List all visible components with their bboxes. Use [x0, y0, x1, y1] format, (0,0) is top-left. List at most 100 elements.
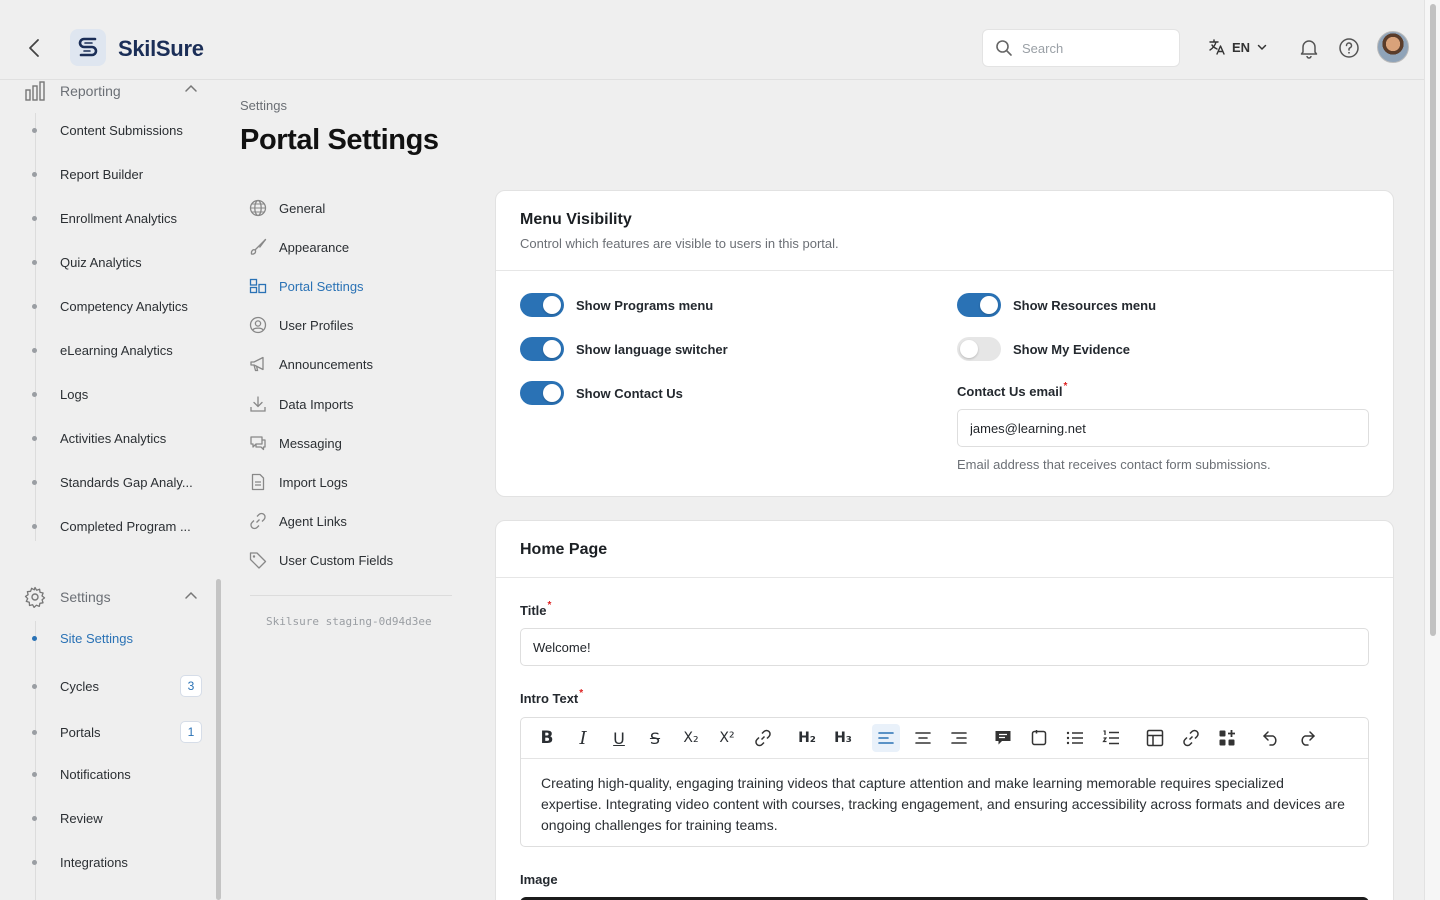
sidebar-item-notifications[interactable]: Notifications [32, 767, 202, 782]
sidebar-item-cycles[interactable]: Cycles 3 [32, 675, 202, 697]
breadcrumb[interactable]: Settings [240, 98, 287, 113]
settings-nav-announcements[interactable]: Announcements [248, 354, 373, 374]
sidebar-item-integrations[interactable]: Integrations [32, 855, 202, 870]
toggle-switch[interactable] [520, 381, 564, 405]
bell-icon [1300, 40, 1318, 59]
sidebar-item-logs[interactable]: Logs [32, 387, 202, 402]
sidebar-section-settings[interactable]: Settings [24, 586, 111, 608]
sidebar-item-enrollment-analytics[interactable]: Enrollment Analytics [32, 211, 202, 226]
redo-button[interactable] [1293, 724, 1321, 752]
toggle-resources-menu[interactable]: Show Resources menu [957, 293, 1156, 317]
help-button[interactable] [1338, 37, 1360, 64]
superscript-button[interactable]: X² [713, 724, 741, 752]
settings-nav-user-custom-fields[interactable]: User Custom Fields [248, 550, 393, 570]
language-switcher[interactable]: EN [1208, 38, 1268, 56]
table-icon [1146, 729, 1164, 747]
sidebar-item-label: Logs [60, 387, 89, 402]
logo-icon [78, 37, 98, 56]
sidebar-section-reporting[interactable]: Reporting [24, 81, 121, 101]
sidebar-item-content-submissions[interactable]: Content Submissions [32, 123, 202, 138]
attachment-link-button[interactable] [1177, 724, 1205, 752]
toggle-switch[interactable] [520, 337, 564, 361]
chevron-up-icon[interactable] [184, 590, 198, 602]
bullet [32, 860, 37, 865]
widgets-button[interactable] [1213, 724, 1241, 752]
sidebar-item-activities-analytics[interactable]: Activities Analytics [32, 431, 202, 446]
settings-nav-messaging[interactable]: Messaging [248, 433, 342, 453]
heading-2-button[interactable]: H₂ [793, 724, 821, 752]
search-input[interactable] [1022, 40, 1162, 56]
table-button[interactable] [1141, 724, 1169, 752]
code-block-button[interactable] [1025, 724, 1053, 752]
align-right-button[interactable] [945, 724, 973, 752]
settings-nav-import-logs[interactable]: Import Logs [248, 472, 348, 492]
sidebar-item-elearning-analytics[interactable]: eLearning Analytics [32, 343, 202, 358]
bullet [32, 348, 37, 353]
sidebar-item-portals[interactable]: Portals 1 [32, 721, 202, 743]
settings-nav-data-imports[interactable]: Data Imports [248, 394, 353, 414]
settings-nav-label: Data Imports [279, 396, 354, 412]
settings-nav-user-profiles[interactable]: User Profiles [248, 315, 353, 335]
heading-3-button[interactable]: H₃ [829, 724, 857, 752]
sidebar-item-report-builder[interactable]: Report Builder [32, 167, 202, 182]
settings-nav-label: Appearance [279, 239, 350, 255]
editor-content[interactable]: Creating high-quality, engaging training… [521, 759, 1368, 850]
subscript-button[interactable]: X₂ [677, 724, 705, 752]
sidebar-item-standards-gap-analysis[interactable]: Standards Gap Analy... [32, 475, 202, 490]
intro-text-editor[interactable]: B I U S X₂ X² H₂ H₃ Creating high-qualit… [520, 717, 1369, 847]
top-header: SkilSure EN [0, 0, 1424, 80]
notifications-button[interactable] [1298, 37, 1320, 64]
contact-email-input[interactable] [957, 409, 1369, 447]
sidebar-item-review[interactable]: Review [32, 811, 202, 826]
title-input[interactable] [520, 628, 1369, 666]
sidebar-item-label: Integrations [60, 855, 128, 870]
page-scrollbar-thumb[interactable] [1430, 4, 1436, 636]
toggle-label: Show language switcher [576, 341, 728, 357]
toggle-programs-menu[interactable]: Show Programs menu [520, 293, 713, 317]
settings-nav-label: User Profiles [279, 317, 354, 333]
sidebar-scrollbar[interactable] [216, 579, 221, 900]
download-icon [248, 395, 267, 414]
field-label-text: Contact Us email [957, 384, 1063, 399]
underline-button[interactable]: U [605, 724, 633, 752]
toggle-contact-us[interactable]: Show Contact Us [520, 381, 683, 405]
toggle-switch[interactable] [957, 337, 1001, 361]
link-button[interactable] [749, 724, 777, 752]
divider [496, 270, 1393, 271]
strikethrough-button[interactable]: S [641, 724, 669, 752]
code-block-icon [1031, 730, 1047, 746]
search-box[interactable] [982, 29, 1180, 67]
settings-nav-portal-settings[interactable]: Portal Settings [248, 276, 364, 296]
comment-button[interactable] [989, 724, 1017, 752]
back-button[interactable] [22, 34, 46, 62]
toggle-switch[interactable] [520, 293, 564, 317]
language-code: EN [1232, 39, 1251, 55]
user-avatar[interactable] [1377, 31, 1409, 63]
toggle-my-evidence[interactable]: Show My Evidence [957, 337, 1130, 361]
toggle-switch[interactable] [957, 293, 1001, 317]
bold-button[interactable]: B [533, 724, 561, 752]
undo-button[interactable] [1257, 724, 1285, 752]
italic-button[interactable]: I [569, 724, 597, 752]
chevron-up-icon[interactable] [184, 83, 198, 95]
toggle-language-switcher[interactable]: Show language switcher [520, 337, 728, 361]
version-label: Skilsure staging-0d94d3ee [266, 615, 432, 628]
page-scrollbar[interactable] [1424, 0, 1440, 900]
align-left-button[interactable] [872, 724, 900, 752]
numbered-list-button[interactable] [1097, 724, 1125, 752]
sidebar-item-competency-analytics[interactable]: Competency Analytics [32, 299, 202, 314]
menu-visibility-card: Menu Visibility Control which features a… [495, 190, 1394, 497]
brand-logo[interactable] [70, 29, 106, 66]
align-center-button[interactable] [909, 724, 937, 752]
sidebar-item-site-settings[interactable]: Site Settings [32, 631, 202, 646]
settings-nav-general[interactable]: General [248, 198, 325, 218]
main-sidebar: Reporting Content Submissions Report Bui… [0, 81, 224, 900]
sidebar-item-label: Review [60, 811, 103, 826]
settings-nav-agent-links[interactable]: Agent Links [248, 511, 347, 531]
bullet-list-button[interactable] [1061, 724, 1089, 752]
align-left-icon [878, 732, 894, 744]
brush-icon [248, 238, 267, 257]
settings-nav-appearance[interactable]: Appearance [248, 237, 349, 257]
sidebar-item-quiz-analytics[interactable]: Quiz Analytics [32, 255, 202, 270]
sidebar-item-completed-program[interactable]: Completed Program ... [32, 519, 202, 534]
